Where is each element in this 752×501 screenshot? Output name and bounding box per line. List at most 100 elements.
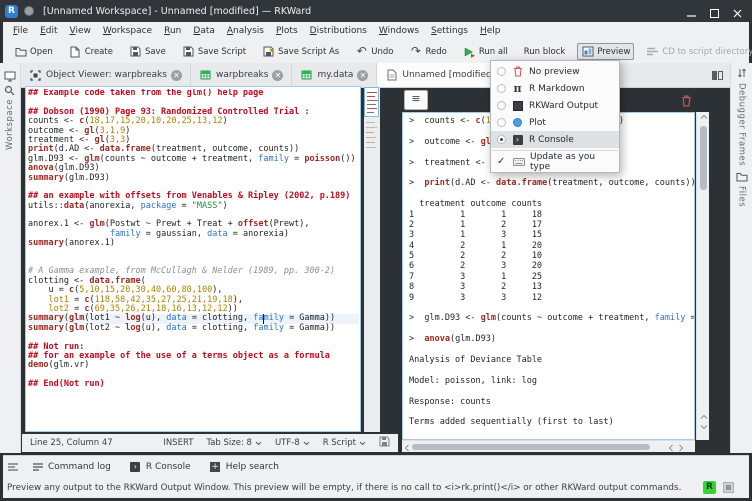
split-view-icon[interactable] — [711, 66, 724, 85]
minimize-icon[interactable] — [685, 5, 698, 18]
code-line: demo(glm.vr) — [28, 361, 359, 370]
toolbar: Open Create Save Save Script Save Script As ↶… — [3, 40, 749, 63]
menu-windows[interactable]: Windows — [373, 24, 425, 38]
preview-menu-rkward-output[interactable]: RKWard Output — [491, 97, 619, 114]
insert-mode[interactable]: INSERT — [163, 438, 193, 448]
search-icon[interactable] — [4, 81, 15, 100]
tab-close-icon[interactable]: ✕ — [171, 70, 182, 81]
dock-tab-debugger-frames[interactable]: Debugger Frames — [735, 67, 748, 166]
toolbar-label: Preview — [597, 47, 630, 57]
code-line: summary(glm(lot2 ~ log(u), data = clotti… — [28, 324, 359, 333]
hscroll-thumb[interactable] — [412, 444, 650, 450]
code-line: > print(d.AD <- data.frame(treatment, ou… — [409, 178, 694, 188]
run-block-button[interactable]: Run block — [520, 44, 570, 60]
scroll-up-icon[interactable] — [700, 114, 708, 120]
close-icon[interactable] — [731, 5, 744, 18]
cd-to-script-directory-button[interactable]: CD to script directory — [642, 43, 752, 60]
menu-analysis[interactable]: Analysis — [221, 24, 270, 38]
preview-menu-r-console[interactable]: ›R Console — [491, 131, 619, 148]
panel-icon[interactable] — [7, 457, 19, 476]
code-line — [409, 386, 694, 396]
menu-distributions[interactable]: Distributions — [304, 24, 373, 38]
tab-warpbreaks[interactable]: warpbreaks✕ — [191, 63, 292, 87]
editor-minimap-scrollbar[interactable] — [364, 86, 380, 432]
tab-close-icon[interactable]: ✕ — [272, 70, 283, 81]
cursor-position: Line 25, Column 47 — [30, 438, 113, 448]
radio-unselected — [497, 84, 506, 93]
new-file-icon — [69, 46, 82, 58]
run-all-icon — [463, 46, 476, 58]
folder-icon — [14, 47, 27, 57]
tab-my-data[interactable]: my.data ✕ — [292, 63, 377, 87]
filetype-selector[interactable]: R Script — [323, 438, 366, 448]
redo-button[interactable]: ↷Redo — [405, 44, 450, 60]
maximize-icon[interactable] — [708, 5, 721, 18]
scroll-left-icon[interactable] — [668, 444, 674, 452]
console-vscrollbar[interactable] — [696, 112, 709, 440]
menu-data[interactable]: Data — [187, 24, 221, 38]
scroll-up-icon[interactable] — [700, 414, 708, 420]
tab-close-icon[interactable]: ✕ — [357, 70, 368, 81]
scroll-left-icon[interactable] — [404, 444, 410, 452]
tool-view-help-search[interactable]: +Help search — [209, 462, 279, 472]
code-line: 1 1 1 18 — [409, 210, 694, 220]
save-script-as-button[interactable]: Save Script As — [258, 43, 343, 60]
minimap-thumb[interactable] — [364, 87, 379, 117]
menu-edit[interactable]: Edit — [34, 24, 63, 38]
vscroll-thumb[interactable] — [700, 126, 707, 190]
create-button[interactable]: Create — [65, 43, 117, 61]
scroll-down-icon[interactable] — [700, 424, 708, 430]
tab-label: my.data — [317, 70, 353, 80]
run-all-button[interactable]: Run all — [459, 43, 512, 61]
dock-tab-files[interactable]: Files — [735, 172, 748, 207]
preview-menu-r-markdown[interactable]: πR Markdown — [491, 80, 619, 97]
menu-plots[interactable]: Plots — [270, 24, 304, 38]
preview-dropdown-menu: No previewπR MarkdownRKWard OutputPlot›R… — [490, 60, 620, 173]
save-icon — [129, 46, 142, 57]
toolbar-label: CD to script directory — [662, 47, 752, 57]
save-button[interactable]: Save — [125, 43, 170, 60]
stop-icon[interactable] — [723, 482, 734, 493]
menu-file[interactable]: File — [7, 24, 34, 38]
preview-button[interactable]: Preview — [577, 43, 634, 60]
menu-workspace[interactable]: Workspace — [97, 24, 158, 38]
tool-view-r-console[interactable]: ›R Console — [129, 462, 191, 472]
preview-menu-no-preview[interactable]: No preview — [491, 63, 619, 80]
bottom-dock: Command log ›R Console +Help search — [3, 455, 749, 477]
code-line: 5 2 2 10 — [409, 251, 694, 261]
help-search-icon: + — [209, 462, 222, 472]
table-icon — [300, 70, 313, 80]
menu-run[interactable]: Run — [158, 24, 187, 38]
close-preview-trash-icon[interactable] — [681, 92, 692, 111]
code-line: ## Example code taken from the glm() hel… — [28, 89, 359, 98]
menu-item-label: No preview — [529, 67, 580, 77]
script-editor[interactable]: ## Example code taken from the glm() hel… — [25, 86, 361, 432]
editor-code[interactable]: ## Example code taken from the glm() hel… — [28, 89, 359, 430]
workspace-dock-tab[interactable]: Workspace — [5, 99, 15, 150]
code-line — [409, 438, 694, 439]
console-icon: › — [511, 135, 524, 145]
radio-unselected — [497, 67, 506, 76]
code-line: 3 1 3 15 — [409, 230, 694, 240]
preview-menu-plot[interactable]: Plot — [491, 114, 619, 131]
menu-settings[interactable]: Settings — [425, 24, 474, 38]
code-line — [409, 324, 694, 334]
open-button[interactable]: Open — [10, 44, 57, 60]
save-icon[interactable] — [379, 436, 390, 450]
code-line — [409, 407, 694, 417]
menu-view[interactable]: View — [64, 24, 97, 38]
encoding-selector[interactable]: UTF-8 — [275, 438, 310, 448]
menu-help[interactable]: Help — [474, 24, 507, 38]
console-hscrollbar[interactable] — [402, 440, 695, 452]
menu-item-label: R Markdown — [529, 84, 585, 94]
tool-view-command-log[interactable]: Command log — [31, 462, 111, 472]
scroll-right-icon[interactable] — [678, 444, 684, 452]
chevron-down-icon — [255, 441, 262, 446]
preview-menu-update-as-you-type[interactable]: ✓Update as you type — [491, 153, 619, 170]
tab-object-viewer-warpbreaks[interactable]: Object Viewer: warpbreaks✕ — [21, 63, 191, 87]
tab-size-selector[interactable]: Tab Size: 8 — [206, 438, 262, 448]
undo-button[interactable]: ↶Undo — [351, 44, 397, 60]
save-script-button[interactable]: Save Script — [178, 43, 250, 60]
command-log-icon — [31, 462, 44, 472]
toolbar-label: Redo — [425, 47, 446, 57]
